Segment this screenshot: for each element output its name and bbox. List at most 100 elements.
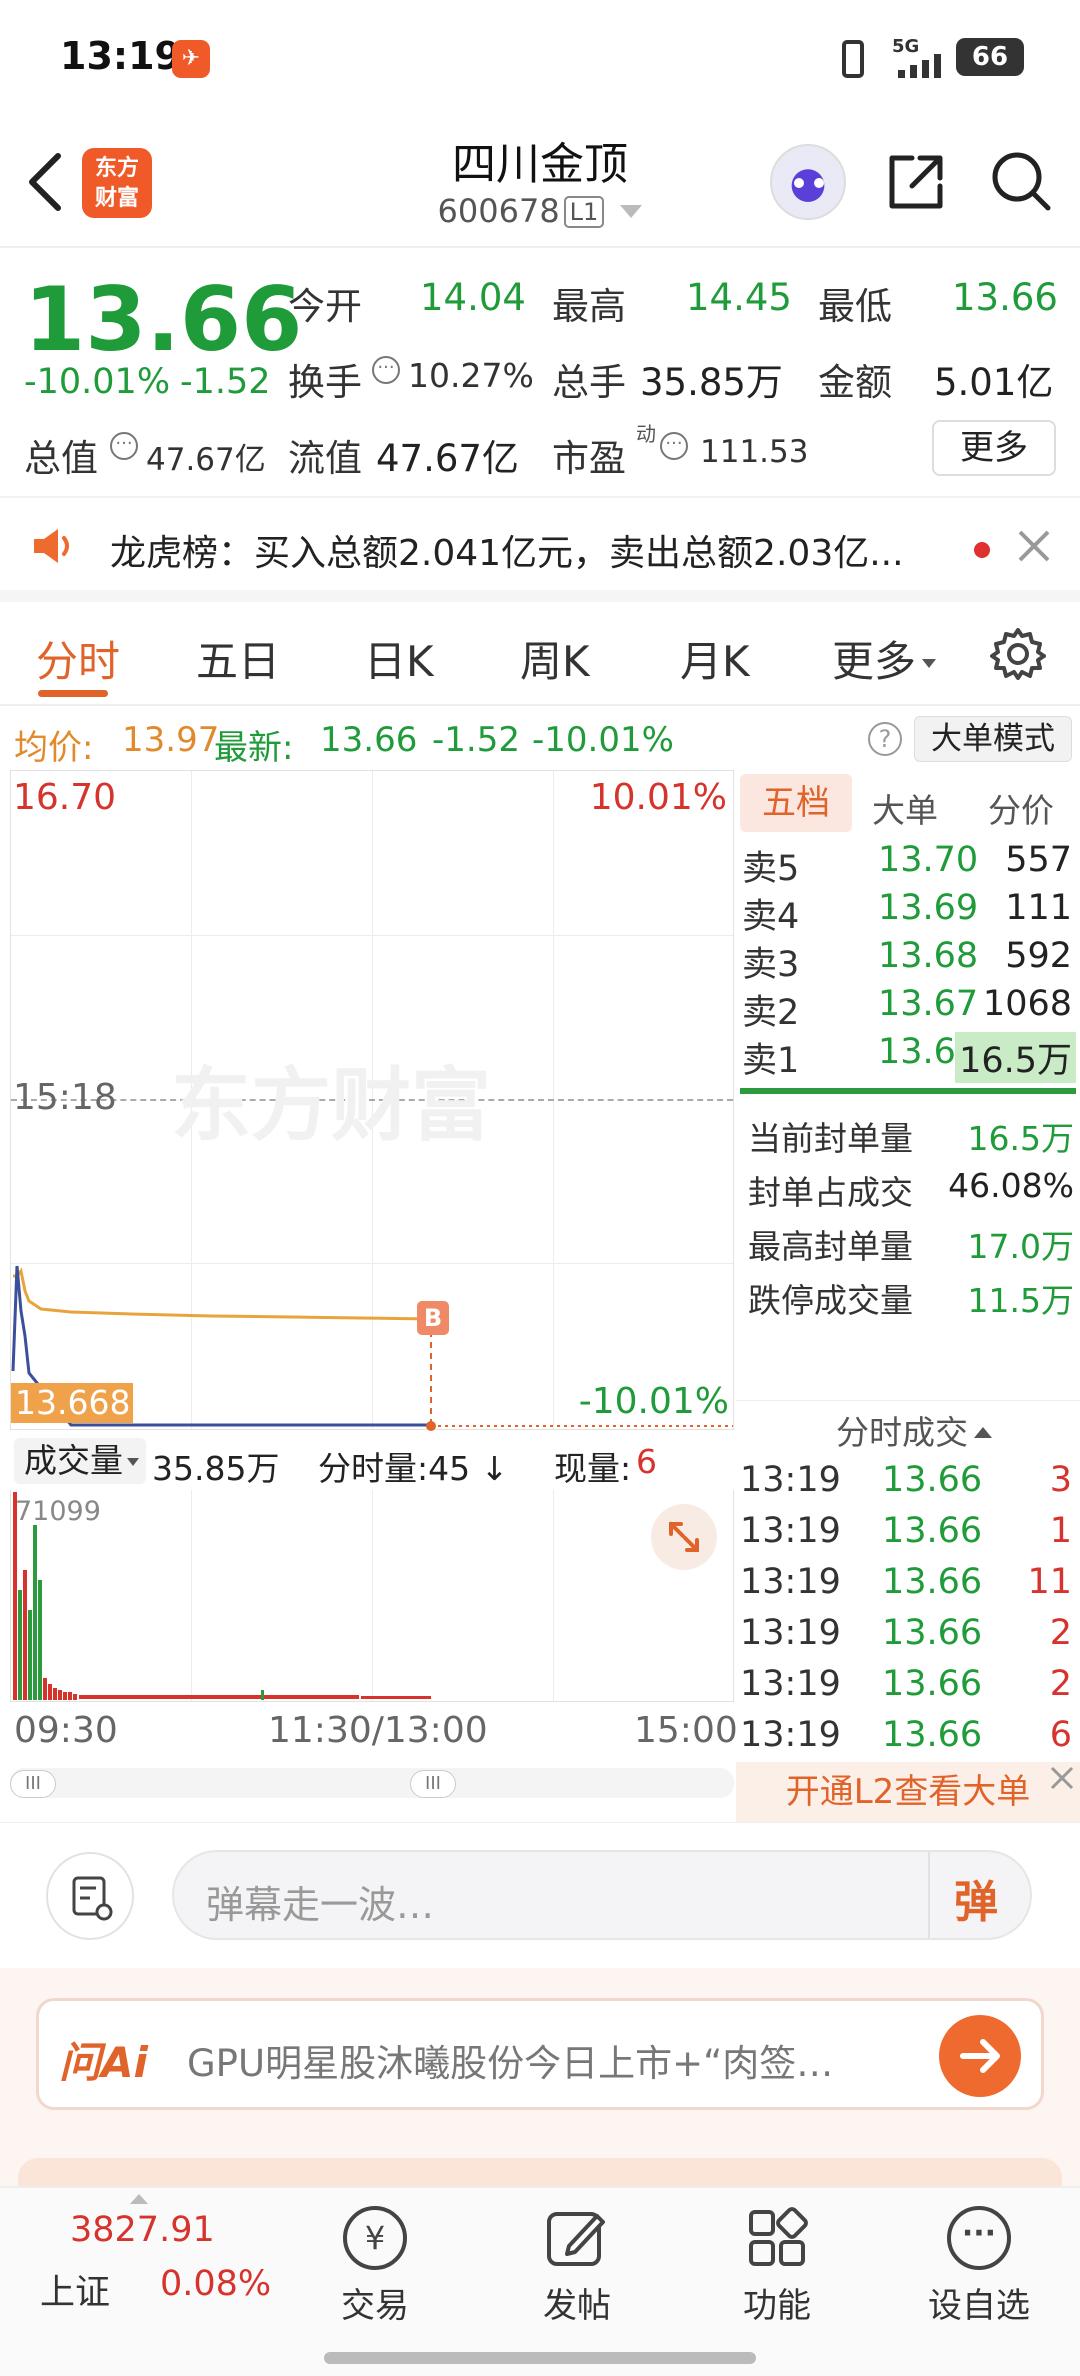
- tick-volume: 11: [1027, 1562, 1072, 1602]
- notice-text: 龙虎榜：买入总额2.041亿元，卖出总额2.03亿...: [110, 533, 904, 574]
- ask-label: 卖2: [742, 993, 800, 1033]
- buy-marker[interactable]: B: [417, 1301, 449, 1335]
- vibrate-icon: [842, 40, 864, 78]
- nav-functions[interactable]: 功能: [712, 2206, 842, 2327]
- high-label: 最高: [552, 285, 626, 328]
- range-handle-right[interactable]: III: [410, 1770, 456, 1798]
- edit-icon: [545, 2206, 609, 2270]
- ask-row[interactable]: 卖2 13.67 1068: [736, 984, 1080, 1033]
- time-axis-mid: 11:30/13:00: [268, 1710, 488, 1751]
- l2-banner[interactable]: 开通L2查看大单: [736, 1762, 1080, 1822]
- ask-volume: 1068: [982, 984, 1072, 1024]
- volume-header: 成交量 35.85万 分时量:45 ↓ 现量: 6: [10, 1434, 734, 1488]
- close-icon[interactable]: [1016, 528, 1052, 564]
- tick-price: 13.66: [882, 1511, 983, 1551]
- ai-search-box[interactable]: 问Ai GPU明星股沐曦股份今日上市+“肉签…: [36, 1998, 1044, 2110]
- ask-price: 13.67: [878, 984, 979, 1024]
- avg-label: 均价:: [14, 728, 94, 768]
- stat-row: 当前封单量 16.5万: [748, 1112, 1078, 1164]
- settings-icon[interactable]: [990, 626, 1046, 682]
- stat-row: 跌停成交量 11.5万: [748, 1274, 1078, 1326]
- current-price: 13.66: [24, 268, 303, 371]
- tick-volume: 1: [1049, 1511, 1072, 1551]
- notice-bar[interactable]: 龙虎榜：买入总额2.041亿元，卖出总额2.03亿...: [0, 496, 1080, 602]
- intraday-info-line: 均价: 13.97 最新: 13.66 -1.52 -10.01% ? 大单模式: [0, 712, 1080, 768]
- tab-big-orders[interactable]: 大单: [872, 784, 938, 832]
- big-order-mode-button[interactable]: 大单模式: [914, 716, 1072, 762]
- ticks-title[interactable]: 分时成交: [836, 1406, 992, 1454]
- more-button[interactable]: 更多: [932, 420, 1056, 476]
- search-icon[interactable]: [988, 148, 1054, 214]
- ticks-title-label: 分时成交: [836, 1413, 968, 1452]
- volume-total: 35.85万: [152, 1449, 280, 1488]
- nav-post[interactable]: 发帖: [512, 2206, 642, 2327]
- tab-intraday[interactable]: 分时: [36, 628, 120, 689]
- range-slider[interactable]: [10, 1768, 734, 1798]
- price-lines: [11, 1265, 733, 1431]
- expand-up-icon[interactable]: [130, 2194, 148, 2204]
- open-value: 14.04: [420, 276, 526, 319]
- nav-trade[interactable]: ¥ 交易: [310, 2206, 440, 2327]
- ask-label: 卖3: [742, 945, 800, 985]
- tick-row: 13:19 13.66 2: [736, 1613, 1080, 1663]
- float-label: 流值: [288, 437, 362, 480]
- danmaku-settings-icon[interactable]: [46, 1852, 134, 1940]
- ask-volume: 16.5万: [955, 1032, 1076, 1083]
- tab-five-levels[interactable]: 五档: [740, 774, 852, 832]
- tab-weekly-k[interactable]: 周K: [520, 628, 590, 689]
- dropdown-icon: [127, 1458, 139, 1466]
- help-icon[interactable]: ?: [868, 722, 902, 756]
- change-amount: -1.52: [180, 362, 271, 402]
- tick-row: 13:19 13.66 2: [736, 1664, 1080, 1714]
- ask-row[interactable]: 卖5 13.70 557: [736, 840, 1080, 889]
- danmaku-send-button[interactable]: 弹: [954, 1866, 998, 1930]
- ask-row[interactable]: 卖4 13.69 111: [736, 888, 1080, 937]
- dropdown-icon: [922, 659, 937, 668]
- tab-five-day[interactable]: 五日: [196, 628, 280, 689]
- section-divider: [0, 1822, 1080, 1823]
- danmaku-input[interactable]: 弹幕走一波… 弹: [172, 1850, 1032, 1940]
- nav-functions-label: 功能: [743, 2286, 811, 2326]
- volume-chart[interactable]: 71099: [10, 1490, 734, 1702]
- share-icon[interactable]: [884, 150, 948, 214]
- intraday-chart[interactable]: 东方财富 16.70 10.01% 15:18 B 13.668 -10.01%: [10, 770, 734, 1431]
- current-volume-label: 现量:: [554, 1449, 632, 1488]
- latest-change: -1.52: [432, 720, 520, 760]
- ask-price: 13.70: [878, 840, 979, 880]
- stat-value: 16.5万: [967, 1119, 1074, 1158]
- info-icon[interactable]: ···: [660, 432, 688, 460]
- tick-volume: 2: [1049, 1664, 1072, 1704]
- expand-icon[interactable]: [651, 1504, 717, 1570]
- info-icon[interactable]: ···: [110, 432, 138, 460]
- tab-monthly-k[interactable]: 月K: [680, 628, 750, 689]
- volume-bars: [13, 1492, 431, 1700]
- latest-value: 13.66: [320, 720, 418, 760]
- info-icon[interactable]: ···: [372, 356, 400, 384]
- grid-icon: [745, 2206, 809, 2270]
- amount-value: 5.01亿: [934, 361, 1054, 404]
- close-icon[interactable]: [1048, 1764, 1076, 1792]
- ask-row[interactable]: 卖1 13.66 16.5万: [736, 1032, 1080, 1083]
- high-value: 14.45: [686, 276, 792, 319]
- arrow-right-icon[interactable]: [939, 2015, 1021, 2097]
- ask-label: 卖4: [742, 897, 800, 937]
- tick-price: 13.66: [882, 1613, 983, 1653]
- speaker-icon: [30, 526, 80, 566]
- tab-price-split[interactable]: 分价: [988, 784, 1054, 832]
- period-volume: 分时量:45 ↓: [318, 1442, 508, 1490]
- amount-label: 金额: [818, 361, 892, 404]
- range-handle-left[interactable]: III: [10, 1770, 56, 1798]
- sort-up-icon: [974, 1427, 992, 1438]
- tab-more[interactable]: 更多: [832, 628, 937, 689]
- nav-trade-label: 交易: [341, 2286, 409, 2326]
- ask-row[interactable]: 卖3 13.68 592: [736, 936, 1080, 985]
- latest-percent: -10.01%: [532, 720, 674, 760]
- status-bar: 13:19 ✈ 5G 66: [0, 0, 1080, 118]
- time-axis-end: 15:00: [634, 1710, 738, 1751]
- tab-daily-k[interactable]: 日K: [364, 628, 434, 689]
- nav-add-watchlist[interactable]: ··· 设自选: [914, 2206, 1044, 2327]
- avg-value: 13.97: [122, 720, 220, 760]
- ai-robot-icon[interactable]: [770, 144, 846, 220]
- battery-icon: 66: [956, 38, 1024, 76]
- volume-selector[interactable]: 成交量: [14, 1438, 146, 1484]
